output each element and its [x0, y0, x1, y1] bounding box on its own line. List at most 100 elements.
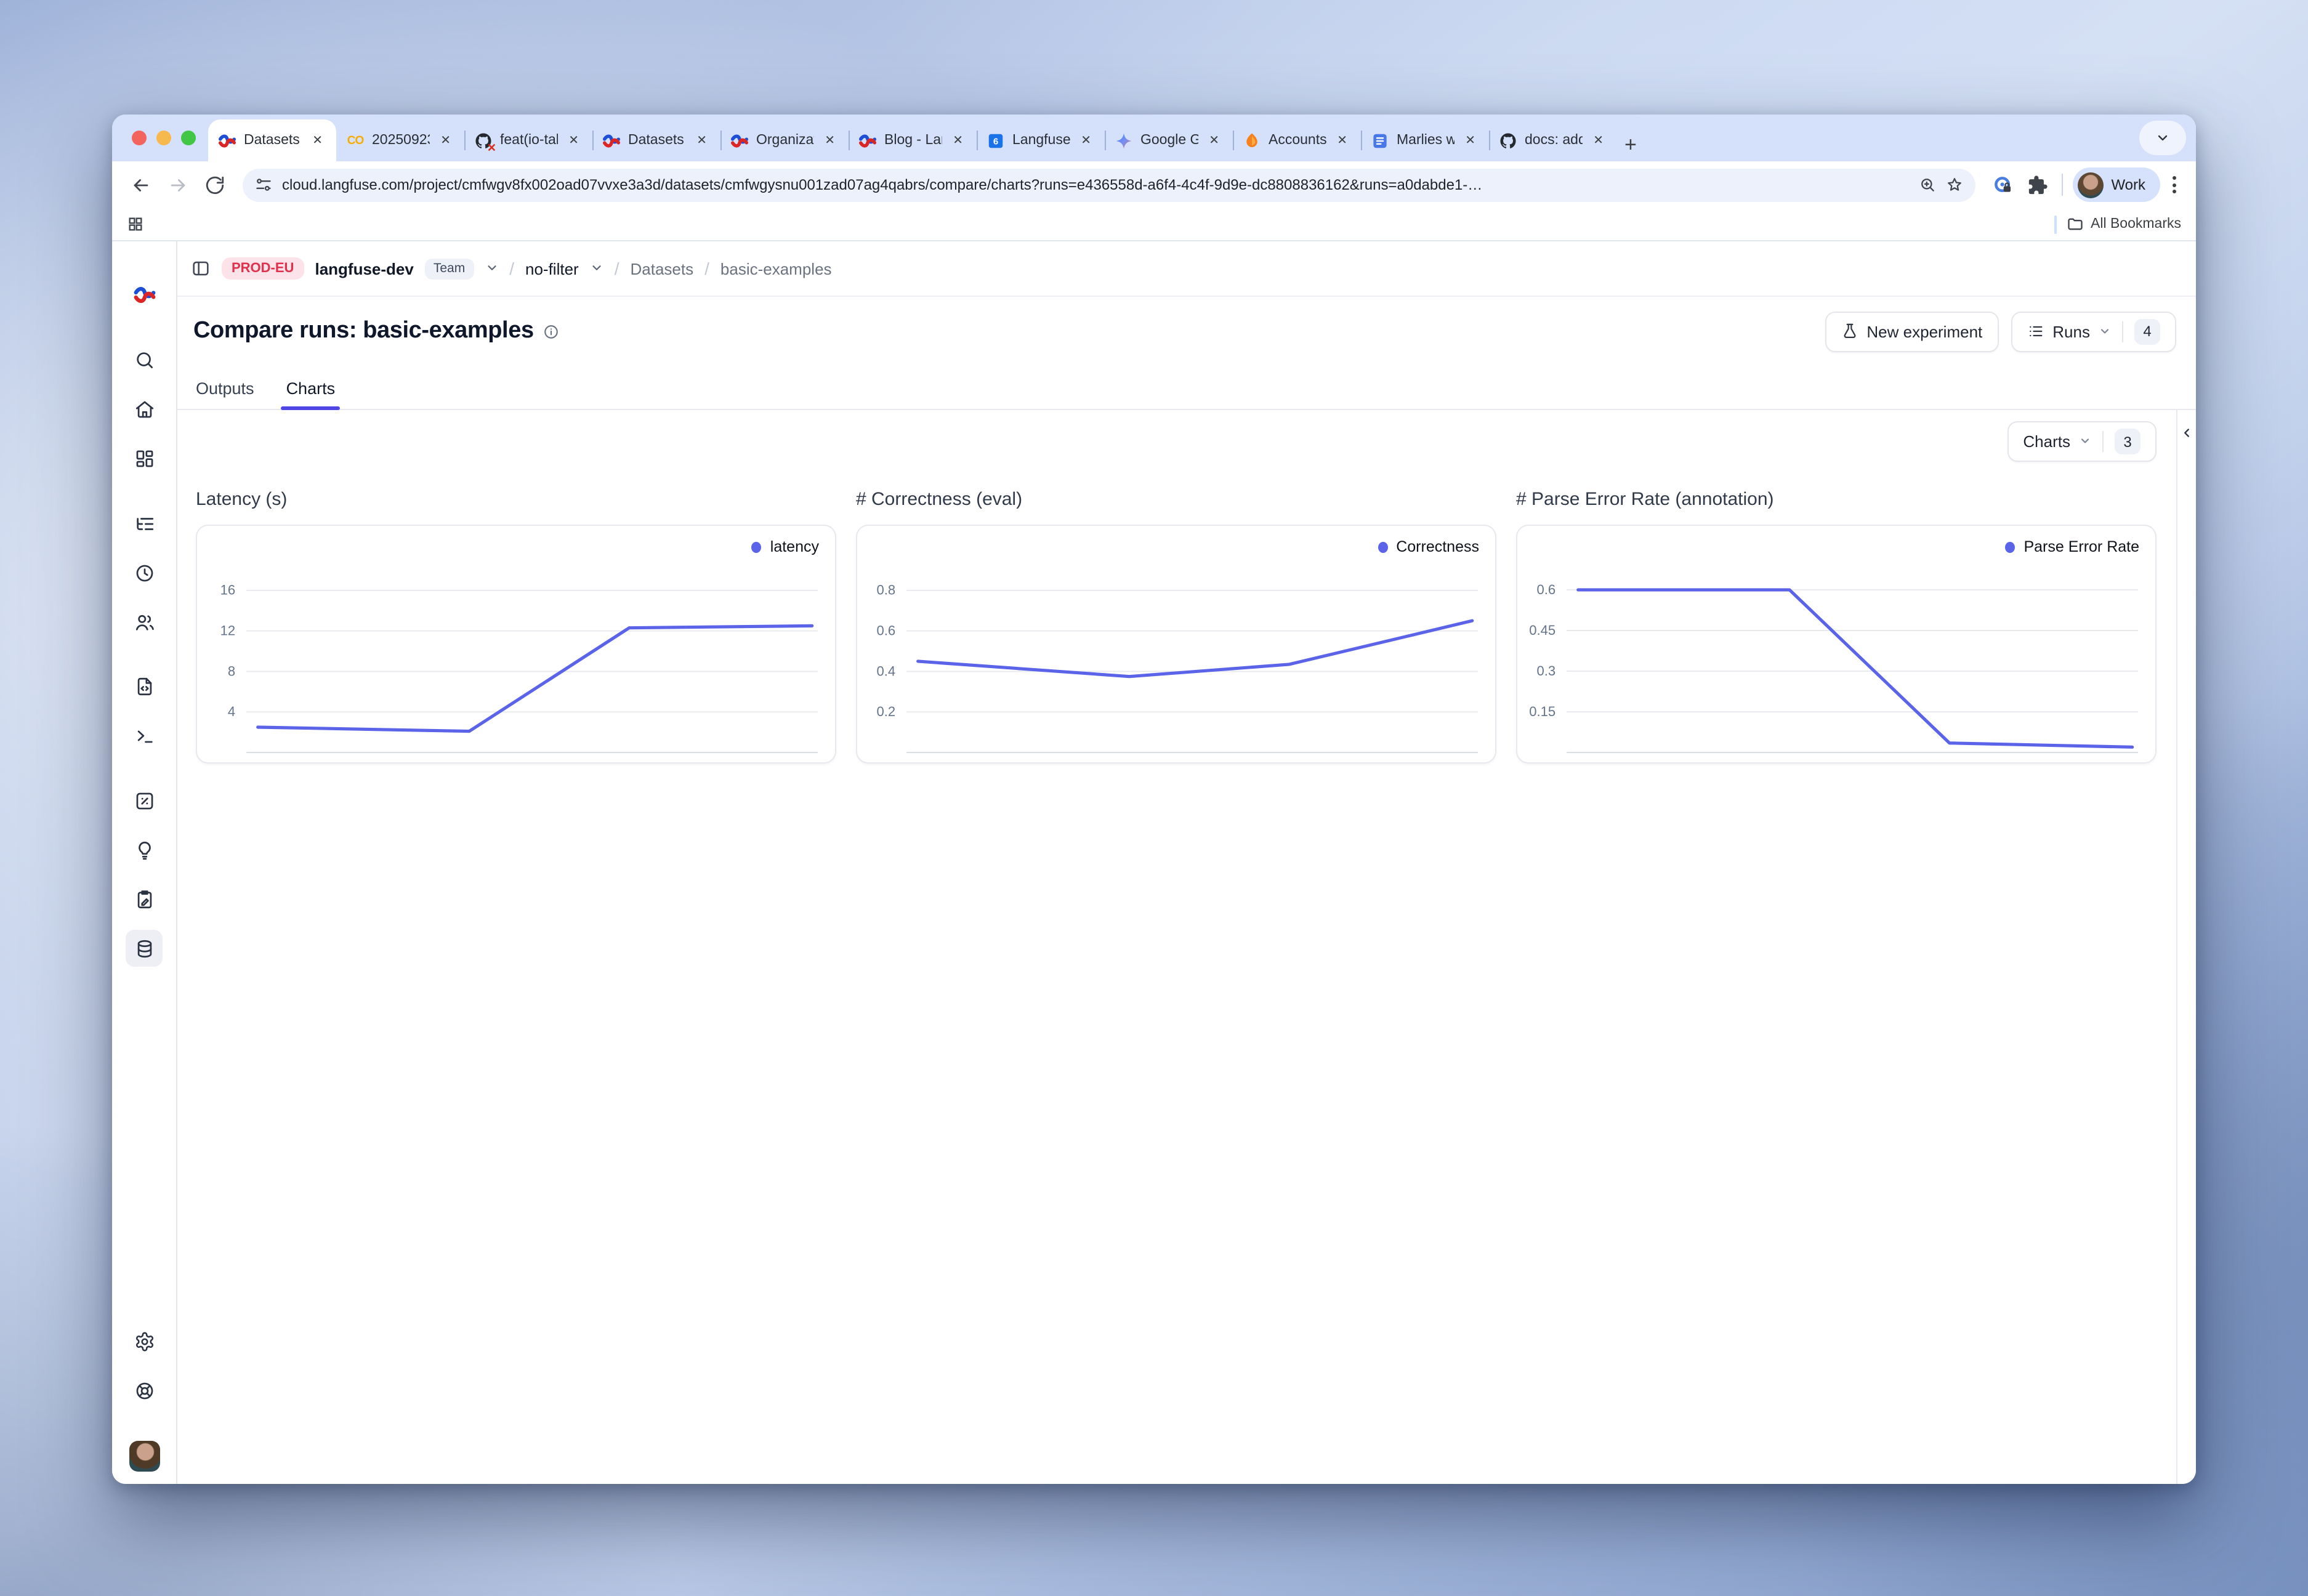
bookmark-star-icon[interactable] — [1946, 176, 1963, 193]
browser-tab[interactable]: Marlies we✕ — [1361, 119, 1489, 161]
sidebar-item-users[interactable] — [126, 603, 163, 640]
new-experiment-button[interactable]: New experiment — [1825, 311, 1998, 352]
charts-row: Latency (s)latency481216# Correctness (e… — [196, 482, 2157, 764]
tab-close-icon[interactable]: ✕ — [437, 132, 454, 148]
forward-button[interactable] — [161, 169, 193, 201]
sidebar-item-support[interactable] — [126, 1372, 163, 1409]
browser-tab[interactable]: 6Langfuse -✕ — [977, 119, 1105, 161]
user-avatar[interactable] — [126, 1437, 163, 1474]
extensions-puzzle-icon[interactable] — [2022, 170, 2052, 200]
tab-close-icon[interactable]: ✕ — [1205, 132, 1223, 148]
svg-text:0.2: 0.2 — [876, 704, 895, 719]
browser-tab[interactable]: Datasets | ✕ — [592, 119, 720, 161]
browser-tab[interactable]: docs: add g✕ — [1489, 119, 1617, 161]
tab-title: 20250923 — [372, 133, 429, 148]
browser-tab[interactable]: Datasets | l ✕ — [208, 119, 336, 161]
breadcrumb-dataset-name[interactable]: basic-examples — [720, 259, 832, 278]
svg-text:0.15: 0.15 — [1529, 704, 1555, 719]
panel-toggle-icon[interactable] — [191, 259, 211, 278]
chart-card: latency481216 — [196, 525, 836, 764]
langfuse-favicon — [858, 131, 877, 150]
home-icon — [134, 398, 155, 419]
new-tab-button[interactable]: + — [1624, 134, 1637, 155]
chart-group: Latency (s) latency481216 — [196, 482, 836, 764]
browser-menu-icon[interactable] — [2165, 169, 2184, 201]
browser-tab[interactable]: CO20250923✕ — [336, 119, 464, 161]
sidebar-item-dashboards[interactable] — [126, 440, 163, 477]
sidebar-item-settings[interactable] — [126, 1323, 163, 1360]
tab-close-icon[interactable]: ✕ — [565, 132, 583, 148]
sidebar-item-llm-judge[interactable] — [126, 831, 163, 868]
sidebar-item-tracing[interactable] — [126, 505, 163, 542]
back-button[interactable] — [124, 169, 156, 201]
onepassword-extension-icon[interactable] — [1988, 170, 2017, 200]
chart-group: # Correctness (eval)Correctness0.20.40.6… — [856, 482, 1496, 764]
tab-close-icon[interactable]: ✕ — [1333, 132, 1351, 148]
sidebar-item-scores[interactable] — [126, 782, 163, 819]
close-window-icon[interactable] — [132, 131, 147, 145]
tab-close-icon[interactable]: ✕ — [821, 132, 839, 148]
url-bar[interactable]: cloud.langfuse.com/project/cmfwgv8fx002o… — [243, 168, 1975, 201]
sidebar-item-home[interactable] — [126, 390, 163, 427]
charts-filter-button[interactable]: Charts 3 — [2007, 421, 2157, 462]
sidebar-item-datasets[interactable] — [126, 930, 163, 967]
organization-name[interactable]: langfuse-dev — [315, 259, 413, 278]
chart-title: Latency (s) — [196, 489, 836, 510]
sidebar-item-search[interactable] — [126, 341, 163, 378]
tab-close-icon[interactable]: ✕ — [949, 132, 967, 148]
tab-search-button[interactable] — [2139, 121, 2186, 155]
browser-tab[interactable]: ✕feat(io-tab✕ — [464, 119, 592, 161]
browser-tab[interactable]: Accounts |✕ — [1233, 119, 1361, 161]
tab-outputs[interactable]: Outputs — [196, 379, 254, 409]
charts-count-badge: 3 — [2115, 429, 2141, 454]
charts-toolbar: Charts 3 — [196, 421, 2157, 462]
folder-icon — [2066, 216, 2083, 233]
svg-text:0.8: 0.8 — [876, 582, 895, 598]
tab-close-icon[interactable]: ✕ — [1077, 132, 1095, 148]
list-icon — [2027, 323, 2044, 340]
collapse-panel-icon[interactable] — [2180, 426, 2193, 440]
tab-close-icon[interactable]: ✕ — [1589, 132, 1607, 148]
sidebar-item-playground[interactable] — [126, 717, 163, 754]
browser-tab[interactable]: Blog - Lang✕ — [849, 119, 977, 161]
percent-box-icon — [134, 790, 155, 811]
profile-chip[interactable]: Work — [2073, 167, 2160, 202]
breadcrumb-datasets[interactable]: Datasets — [631, 259, 694, 278]
charts-panel-main: Charts 3 Latency (s)latency481216# Corre… — [177, 410, 2177, 1484]
cloud-orange-favicon — [1243, 131, 1261, 150]
sidebar-item-prompts[interactable] — [126, 667, 163, 704]
project-switcher[interactable] — [590, 259, 603, 278]
sidebar-rail — [112, 241, 177, 1484]
sidebar-item-annotation[interactable] — [126, 881, 163, 917]
runs-button[interactable]: Runs 4 — [2011, 311, 2176, 352]
tab-title: feat(io-tab — [500, 133, 557, 148]
tab-title: Datasets | — [628, 133, 685, 148]
lightbulb-icon — [134, 839, 155, 860]
all-bookmarks-button[interactable]: All Bookmarks — [2066, 216, 2181, 233]
zoom-icon[interactable] — [1919, 176, 1936, 193]
svg-text:8: 8 — [228, 664, 235, 679]
chart-title: # Correctness (eval) — [856, 489, 1496, 510]
info-icon[interactable] — [544, 323, 560, 339]
apps-grid-icon[interactable] — [127, 216, 144, 233]
tab-charts[interactable]: Charts — [286, 379, 336, 409]
desktop: Datasets | l✕CO20250923✕✕feat(io-tab✕Dat… — [0, 0, 2308, 1596]
url-text[interactable]: cloud.langfuse.com/project/cmfwgv8fx002o… — [282, 176, 1909, 193]
browser-tab[interactable]: Organizatio✕ — [720, 119, 849, 161]
reload-button[interactable] — [198, 169, 230, 201]
zoom-window-icon[interactable] — [181, 131, 196, 145]
breadcrumb-slash: / — [509, 259, 514, 278]
org-switcher[interactable] — [485, 259, 498, 278]
chevron-down-icon — [485, 260, 498, 274]
collapse-gutter — [2177, 410, 2196, 1484]
tab-close-icon[interactable]: ✕ — [1461, 132, 1479, 148]
tab-title: Datasets | l — [244, 133, 301, 148]
tab-close-icon[interactable]: ✕ — [693, 132, 711, 148]
sidebar-item-sessions[interactable] — [126, 554, 163, 591]
all-bookmarks-label: All Bookmarks — [2091, 217, 2181, 232]
project-name[interactable]: no-filter — [525, 259, 579, 278]
browser-tab[interactable]: Google Ge✕ — [1105, 119, 1233, 161]
tab-close-icon[interactable]: ✕ — [309, 132, 326, 148]
site-settings-icon[interactable] — [255, 176, 272, 193]
minimize-window-icon[interactable] — [156, 131, 171, 145]
